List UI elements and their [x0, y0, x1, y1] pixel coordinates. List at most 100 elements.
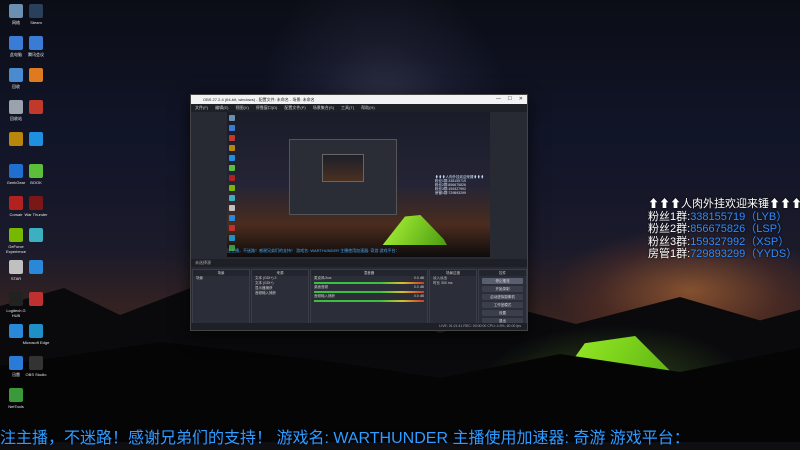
preview-marquee: 注主播，不迷路！感谢兄弟们的支持！ 游戏名: WARTHUNDER 主播使用加速… — [227, 248, 400, 253]
app-icon — [9, 68, 23, 82]
app-icon — [29, 36, 43, 50]
fan-group-row: 粉丝2群:856675826（LSP） — [648, 223, 789, 235]
app-icon — [29, 356, 43, 370]
sources-dock[interactable]: 来源 文本 (GDI+) 2 文本 (GDI+) 显示器捕获 音频输入捕获 — [251, 269, 309, 324]
app-icon — [9, 36, 23, 50]
nested-obs-preview-inner — [322, 154, 364, 182]
studio-mode-button[interactable]: 工作室模式 — [482, 302, 523, 308]
scrolling-marquee: 注主播，不迷路！感谢兄弟们的支持！ 游戏名: WARTHUNDER 主播使用加速… — [0, 430, 690, 447]
minimize-icon[interactable]: — — [496, 95, 501, 104]
app-icon — [29, 68, 43, 82]
desktop-icon-label: BOOK — [30, 180, 42, 185]
desktop-icon-label: Steam — [30, 20, 42, 25]
app-icon — [29, 324, 43, 338]
desktop-icon-label: 回收站 — [10, 116, 22, 121]
app-icon — [9, 388, 23, 402]
desktop-icon[interactable]: Steam — [22, 4, 50, 25]
source-status-row: 未选择源 — [191, 259, 527, 267]
desktop-icon-label: GeForce Experience — [5, 244, 26, 254]
menu-item[interactable]: 帮助(H) — [361, 105, 375, 110]
overlay-header: ⬆⬆⬆人肉外挂欢迎来锤⬆⬆⬆ — [648, 198, 800, 210]
app-icon — [9, 292, 23, 306]
obs-menu-bar: 文件(F) 编辑(E) 视图(V) 停靠窗口(D) 配置文件(P) 场景集合(S) 工具(T… — [191, 104, 527, 112]
desktop-icon[interactable] — [22, 260, 50, 276]
desktop-icon[interactable] — [22, 100, 50, 116]
app-icon — [29, 132, 43, 146]
audio-mixer-dock[interactable]: 混音器 麦克风/Aux 0.0 dB 桌面音频 0.0 dB 音频输入捕获 0.… — [310, 269, 428, 324]
obs-title-bar[interactable]: OBS 27.2.4 (64-bit, windows) - 配置文件: 未命名… — [191, 95, 527, 104]
app-icon — [9, 356, 23, 370]
scene-item[interactable]: 场景 — [193, 276, 249, 281]
source-item[interactable]: 音频输入捕获 — [252, 291, 308, 296]
desktop-icon-label: War Thunder — [24, 212, 48, 217]
fan-group-row: 粉丝3群:159327992（XSP） — [648, 235, 790, 248]
app-icon — [29, 292, 43, 306]
desktop-icon-label: OBS Studio — [25, 372, 47, 377]
controls-header: 控件 — [479, 270, 526, 276]
maximize-icon[interactable]: ☐ — [508, 95, 512, 104]
app-icon — [29, 228, 43, 242]
desktop-icon-label: 腾讯会议 — [28, 52, 44, 57]
close-icon[interactable]: ✕ — [519, 95, 523, 104]
app-icon — [9, 164, 23, 178]
desktop-icon[interactable]: 腾讯会议 — [22, 36, 50, 57]
desktop-icon[interactable]: War Thunder — [22, 196, 50, 217]
app-icon — [9, 196, 23, 210]
transition-duration[interactable]: 时长 300 ms — [430, 281, 476, 286]
desktop-icon[interactable]: Microsoft Edge — [22, 324, 50, 345]
volume-meter — [314, 282, 424, 284]
menu-item[interactable]: 场景集合(S) — [313, 105, 334, 110]
desktop-icon-column: 网络 Steam 此电脑 腾讯会议 回收 回收站 GeekGear BOOK Corsair Wa… — [0, 0, 56, 440]
mixer-channel-name: 桌面音频 0.0 dB — [314, 285, 424, 289]
app-icon — [9, 260, 23, 274]
app-icon — [9, 4, 23, 18]
app-icon — [29, 100, 43, 114]
desktop-icon[interactable] — [22, 68, 50, 84]
desktop-icon[interactable]: BOOK — [22, 164, 50, 185]
fan-group-row: 房管1群:729893299（YYDS） — [648, 248, 798, 260]
desktop-icon[interactable] — [22, 292, 50, 308]
app-icon — [29, 164, 43, 178]
stop-streaming-button[interactable]: 停止推流 — [482, 278, 523, 284]
desktop-icon[interactable]: OBS Studio — [22, 356, 50, 377]
fan-group-row: 粉丝1群:338155719（LYB） — [648, 210, 788, 223]
desktop-icon-label: Logitech G HUB — [6, 308, 26, 318]
volume-meter — [314, 291, 424, 293]
preview-tent — [382, 215, 447, 245]
app-icon — [9, 324, 23, 338]
menu-item[interactable]: 编辑(E) — [215, 105, 228, 110]
mixer-channel-name: 麦克风/Aux 0.0 dB — [314, 276, 424, 280]
app-icon — [9, 100, 23, 114]
obs-window[interactable]: OBS 27.2.4 (64-bit, windows) - 配置文件: 未命名… — [190, 94, 528, 331]
menu-item[interactable]: 配置文件(P) — [284, 105, 305, 110]
virtual-camera-button[interactable]: 启动虚拟摄像机 — [482, 294, 523, 300]
app-icon — [9, 132, 23, 146]
desktop-icon-label: Microsoft Edge — [22, 340, 50, 345]
mixer-channel-name: 音频输入捕获 0.0 dB — [314, 294, 424, 298]
app-icon — [29, 4, 43, 18]
app-icon — [29, 260, 43, 274]
desktop-icon[interactable] — [22, 132, 50, 148]
start-recording-button[interactable]: 开始录制 — [482, 286, 523, 292]
obs-preview[interactable]: ⬆⬆⬆人肉外挂欢迎来锤⬆⬆⬆ 粉丝1群:338155719 粉丝2群:85667… — [227, 112, 490, 257]
settings-button[interactable]: 设置 — [482, 310, 523, 316]
preview-desktop-icons — [227, 112, 237, 257]
fan-group-overlay: ⬆⬆⬆人肉外挂欢迎来锤⬆⬆⬆ 粉丝1群:338155719（LYB） 粉丝2群:… — [648, 198, 800, 261]
app-icon — [29, 196, 43, 210]
menu-item[interactable]: 文件(F) — [195, 105, 208, 110]
desktop-icon[interactable] — [22, 228, 50, 244]
controls-dock[interactable]: 控件 停止推流 开始录制 启动虚拟摄像机 工作室模式 设置 退出 — [478, 269, 527, 324]
obs-status-bar: LIVE: 01:21:41 REC: 00:00:00 CPU: 4.5%, … — [191, 323, 527, 330]
desktop-icon-label: NetTools — [8, 404, 24, 409]
window-title: OBS 27.2.4 (64-bit, windows) - 配置文件: 未命名… — [203, 97, 315, 102]
volume-meter — [314, 300, 424, 302]
menu-item[interactable]: 视图(V) — [235, 105, 248, 110]
desktop-icon-label: 回收 — [12, 84, 20, 89]
menu-item[interactable]: 工具(T) — [341, 105, 354, 110]
desktop-icon[interactable]: NetTools — [2, 388, 30, 409]
desktop-icon-label: STAR — [10, 276, 22, 281]
menu-item[interactable]: 停靠窗口(D) — [256, 105, 278, 110]
preview-fan-groups: ⬆⬆⬆人肉外挂欢迎来锤⬆⬆⬆ 粉丝1群:338155719 粉丝2群:85667… — [435, 175, 484, 195]
scenes-dock[interactable]: 场景 场景 — [192, 269, 250, 324]
transitions-dock[interactable]: 场景过渡 淡入淡出 时长 300 ms — [429, 269, 477, 324]
